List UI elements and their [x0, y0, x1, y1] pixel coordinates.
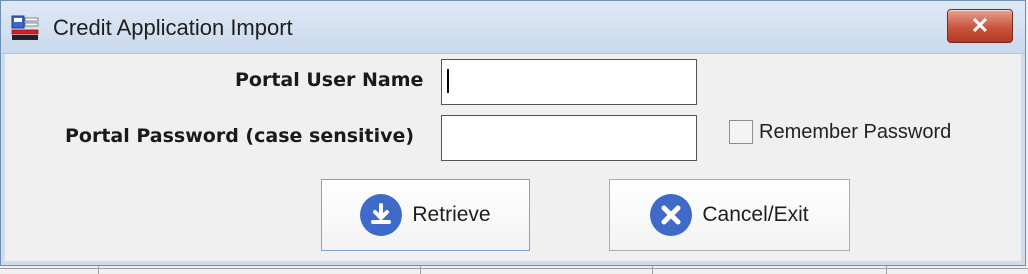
close-icon: ✕	[970, 13, 990, 38]
background-grid-line	[98, 266, 99, 274]
cancel-exit-label: Cancel/Exit	[702, 203, 809, 226]
remember-password-checkbox[interactable]: Remember Password	[729, 120, 951, 144]
background-grid-line	[420, 266, 421, 274]
close-button[interactable]: ✕	[947, 9, 1013, 43]
title-bar[interactable]: Credit Application Import ✕	[1, 1, 1025, 54]
background-grid-line	[0, 268, 1028, 269]
cancel-exit-button[interactable]: Cancel/Exit	[609, 179, 850, 251]
retrieve-button[interactable]: Retrieve	[321, 179, 530, 251]
username-input[interactable]	[441, 59, 697, 105]
window-title: Credit Application Import	[53, 15, 293, 40]
download-arrow-icon	[360, 194, 403, 236]
x-circle-icon	[650, 194, 693, 236]
background-grid-line	[886, 266, 887, 274]
app-form-icon	[11, 15, 39, 40]
username-label: Portal User Name	[235, 69, 424, 91]
text-caret	[447, 69, 449, 93]
password-input[interactable]	[441, 115, 697, 161]
password-label: Portal Password (case sensitive)	[65, 125, 415, 147]
remember-password-label: Remember Password	[759, 120, 952, 143]
checkbox-box[interactable]	[729, 120, 753, 144]
dialog-window: Credit Application Import ✕ Portal User …	[0, 0, 1026, 266]
background-grid-line	[652, 266, 653, 274]
retrieve-label: Retrieve	[412, 203, 491, 226]
